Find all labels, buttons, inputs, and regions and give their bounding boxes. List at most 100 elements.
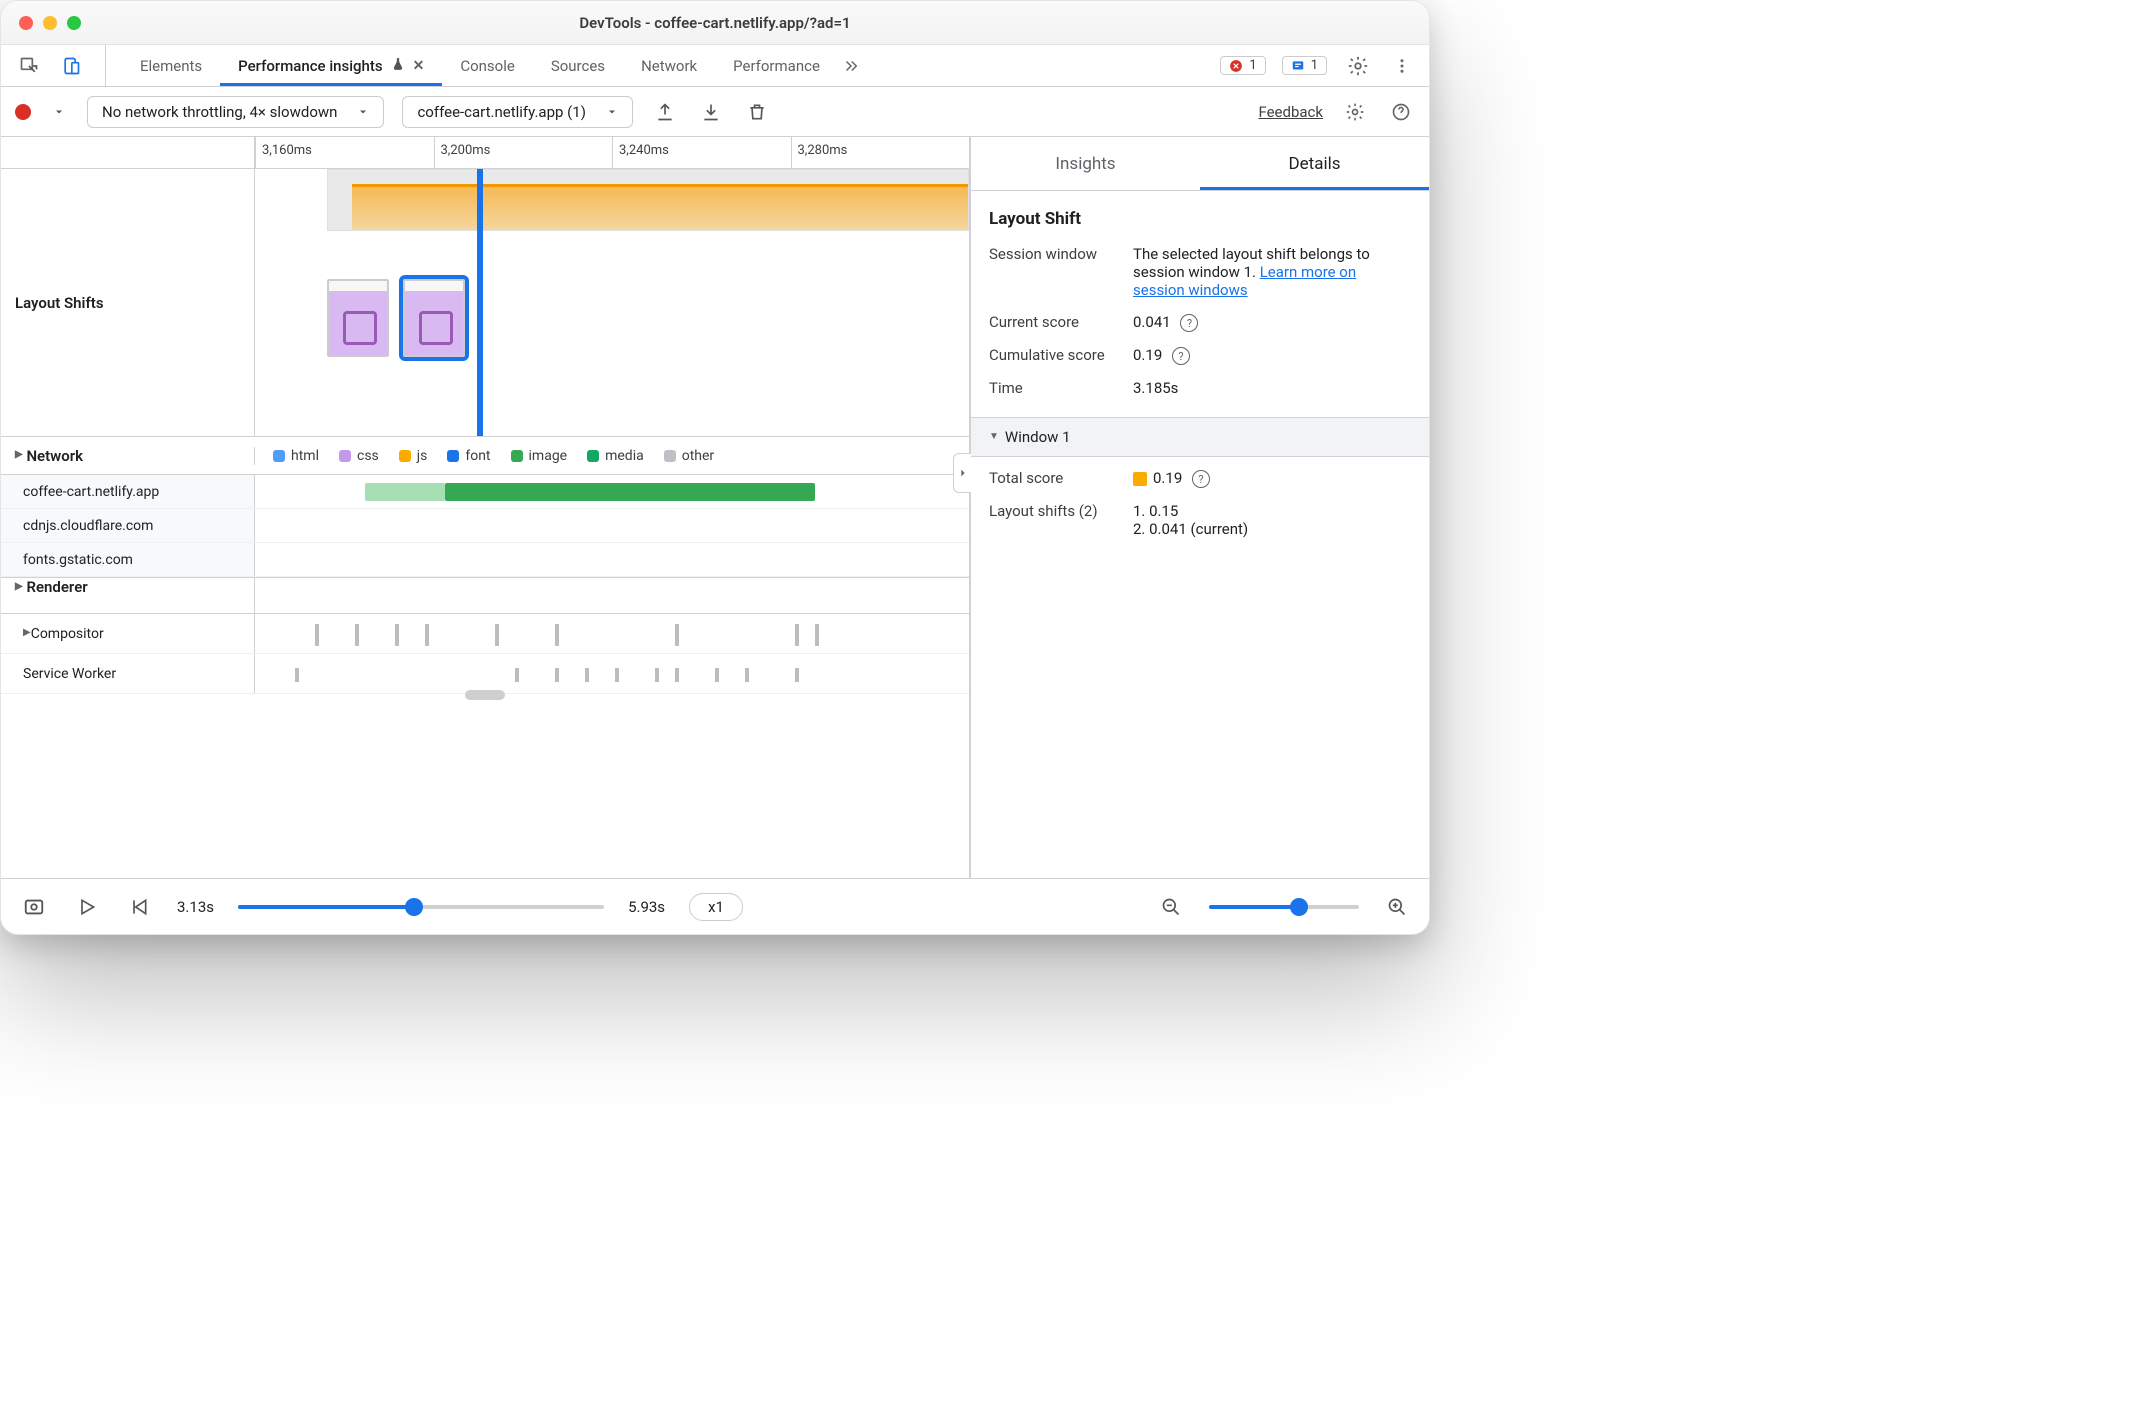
current-score-value: 0.041 xyxy=(1133,313,1171,331)
network-row[interactable]: fonts.gstatic.com xyxy=(1,543,969,577)
details-title: Layout Shift xyxy=(989,209,1411,229)
layout-shifts-label: Layout Shifts xyxy=(1,169,118,436)
panel-tabstrip: ElementsPerformance insights✕ConsoleSour… xyxy=(1,45,1429,87)
collapse-sidebar-button[interactable] xyxy=(953,453,971,493)
main-content: 3,160ms3,200ms3,240ms3,280ms Layout Shif… xyxy=(1,137,1429,878)
maximize-window-button[interactable] xyxy=(67,16,81,30)
network-row[interactable]: cdnjs.cloudflare.com xyxy=(1,509,969,543)
device-toggle-icon[interactable] xyxy=(57,52,85,80)
help-icon[interactable]: ? xyxy=(1192,470,1210,488)
time-value: 3.185s xyxy=(1133,379,1411,397)
layout-shifts-track: Layout Shifts xyxy=(1,169,969,437)
details-panel: Insights Details Layout Shift Session wi… xyxy=(971,137,1429,878)
renderer-rows: ▶ CompositorService Worker xyxy=(1,614,969,694)
titlebar: DevTools - coffee-cart.netlify.app/?ad=1 xyxy=(1,1,1429,45)
record-dropdown-icon[interactable] xyxy=(49,102,69,122)
zoom-out-icon[interactable] xyxy=(1157,893,1185,921)
recording-name: coffee-cart.netlify.app (1) xyxy=(417,103,585,121)
time-ruler[interactable]: 3,160ms3,200ms3,240ms3,280ms xyxy=(1,137,969,169)
tab-sources[interactable]: Sources xyxy=(533,45,623,86)
speed-dropdown[interactable]: x1 xyxy=(689,893,743,921)
help-icon[interactable]: ? xyxy=(1180,314,1198,332)
renderer-sub-label: ▶ Compositor xyxy=(1,614,255,653)
chevron-right-icon[interactable]: ▶ xyxy=(15,581,23,592)
network-legend: htmlcssjsfontimagemediaother xyxy=(255,448,714,464)
play-button[interactable] xyxy=(73,893,101,921)
network-track-header: ▶ Network htmlcssjsfontimagemediaother xyxy=(1,437,969,475)
legend-js: js xyxy=(399,448,428,464)
recording-dropdown[interactable]: coffee-cart.netlify.app (1) xyxy=(402,96,632,128)
feedback-link[interactable]: Feedback xyxy=(1258,103,1323,121)
error-count: 1 xyxy=(1249,58,1256,73)
time-tick: 3,160ms xyxy=(255,137,434,168)
legend-image: image xyxy=(511,448,568,464)
kebab-menu-icon[interactable] xyxy=(1389,51,1415,81)
traffic-lights xyxy=(19,16,81,30)
tab-network[interactable]: Network xyxy=(623,45,715,86)
throttling-dropdown[interactable]: No network throttling, 4× slowdown xyxy=(87,96,384,128)
time-label: Time xyxy=(989,379,1115,397)
error-count-badge[interactable]: 1 xyxy=(1220,56,1265,75)
zoom-in-icon[interactable] xyxy=(1383,893,1411,921)
current-score-label: Current score xyxy=(989,313,1115,331)
close-tab-icon[interactable]: ✕ xyxy=(413,58,425,74)
time-tick: 3,200ms xyxy=(434,137,613,168)
screenshot-toggle-icon[interactable] xyxy=(19,892,49,922)
rewind-button[interactable] xyxy=(125,893,153,921)
delete-icon[interactable] xyxy=(743,98,771,126)
network-host-label: fonts.gstatic.com xyxy=(1,543,255,576)
time-tick: 3,240ms xyxy=(612,137,791,168)
network-row[interactable]: coffee-cart.netlify.app xyxy=(1,475,969,509)
playhead-slider[interactable] xyxy=(238,905,604,909)
renderer-row[interactable]: ▶ Compositor xyxy=(1,614,969,654)
network-host-label: cdnjs.cloudflare.com xyxy=(1,509,255,542)
renderer-label: Renderer xyxy=(26,578,87,596)
more-tabs-chevron-icon[interactable] xyxy=(838,53,864,79)
window-title: DevTools - coffee-cart.netlify.app/?ad=1 xyxy=(1,14,1429,32)
legend-other: other xyxy=(664,448,714,464)
layout-shift-thumbnail-selected[interactable] xyxy=(403,279,465,357)
tab-console[interactable]: Console xyxy=(442,45,533,86)
close-window-button[interactable] xyxy=(19,16,33,30)
panel-settings-gear-icon[interactable] xyxy=(1341,98,1369,126)
total-score-label: Total score xyxy=(989,469,1115,487)
inspect-element-icon[interactable] xyxy=(15,52,43,80)
upload-icon[interactable] xyxy=(651,98,679,126)
chevron-down-icon: ▼ xyxy=(989,431,999,442)
cumulative-score-value: 0.19 xyxy=(1133,346,1162,364)
network-label: Network xyxy=(26,447,83,465)
throttling-label: No network throttling, 4× slowdown xyxy=(102,103,337,121)
settings-gear-icon[interactable] xyxy=(1343,51,1373,81)
tab-insights[interactable]: Insights xyxy=(971,137,1200,190)
shift-entry[interactable]: 2. 0.041 (current) xyxy=(1133,520,1411,538)
zoom-slider[interactable] xyxy=(1209,905,1359,909)
tab-performance-insights[interactable]: Performance insights✕ xyxy=(220,45,442,86)
shift-entry[interactable]: 1. 0.15 xyxy=(1133,502,1411,520)
help-icon[interactable]: ? xyxy=(1172,347,1190,365)
help-icon[interactable] xyxy=(1387,98,1415,126)
session-window-label: Session window xyxy=(989,245,1115,263)
minimize-window-button[interactable] xyxy=(43,16,57,30)
download-icon[interactable] xyxy=(697,98,725,126)
devtools-window: DevTools - coffee-cart.netlify.app/?ad=1… xyxy=(0,0,1430,935)
layout-shift-thumbnail[interactable] xyxy=(327,279,389,357)
legend-media: media xyxy=(587,448,644,464)
network-host-label: coffee-cart.netlify.app xyxy=(1,475,255,508)
issue-count-badge[interactable]: 1 xyxy=(1282,56,1327,75)
selected-time-marker[interactable] xyxy=(477,169,483,436)
cumulative-score-label: Cumulative score xyxy=(989,346,1115,364)
record-button[interactable] xyxy=(15,104,31,120)
timeline-panel: 3,160ms3,200ms3,240ms3,280ms Layout Shif… xyxy=(1,137,971,878)
renderer-track-header: ▶ Renderer xyxy=(1,578,969,614)
insights-toolbar: No network throttling, 4× slowdown coffe… xyxy=(1,87,1429,137)
panel-tabs: ElementsPerformance insights✕ConsoleSour… xyxy=(122,45,838,86)
chevron-right-icon[interactable]: ▶ xyxy=(23,627,31,638)
window-section-header[interactable]: ▼ Window 1 xyxy=(971,417,1429,457)
renderer-row[interactable]: Service Worker xyxy=(1,654,969,694)
tab-elements[interactable]: Elements xyxy=(122,45,220,86)
chevron-right-icon[interactable]: ▶ xyxy=(15,449,23,460)
playhead-start: 3.13s xyxy=(177,898,214,916)
tab-performance[interactable]: Performance xyxy=(715,45,838,86)
tab-details[interactable]: Details xyxy=(1200,137,1429,190)
time-tick: 3,280ms xyxy=(791,137,970,168)
